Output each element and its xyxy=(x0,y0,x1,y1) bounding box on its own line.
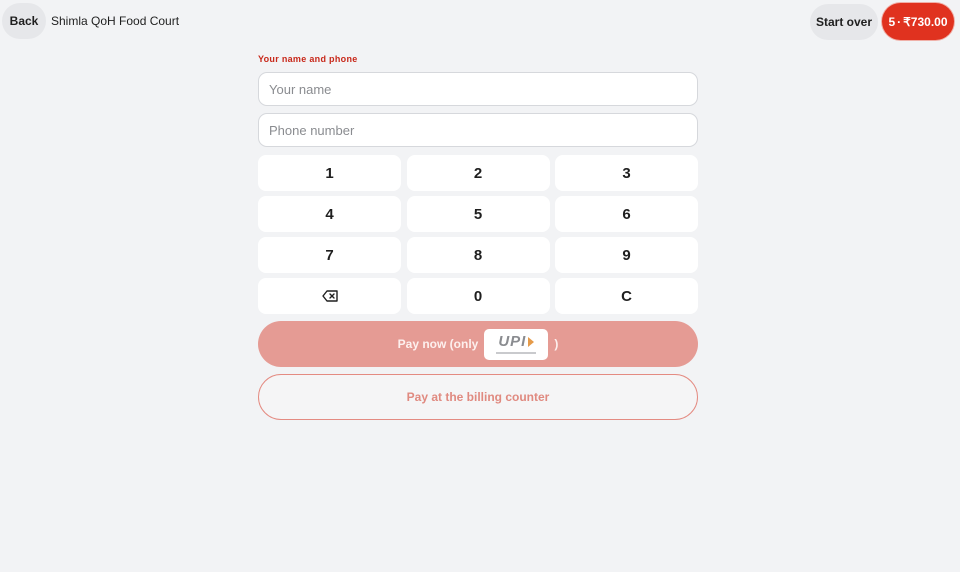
pay-now-upi-button[interactable]: Pay now (only UPI ) xyxy=(258,321,698,367)
name-input[interactable] xyxy=(258,72,698,106)
key-5[interactable]: 5 xyxy=(406,196,550,232)
key-4[interactable]: 4 xyxy=(258,196,401,232)
cart-separator: · xyxy=(897,14,902,29)
key-2[interactable]: 2 xyxy=(406,155,550,191)
numeric-keypad: 1 2 3 4 5 6 7 8 9 0 C xyxy=(258,155,698,314)
cart-button[interactable]: 5 · ₹730.00 xyxy=(882,3,954,40)
top-bar: Back Shimla QoH Food Court Start over 5 … xyxy=(0,0,960,44)
key-backspace[interactable] xyxy=(258,278,401,314)
key-1[interactable]: 1 xyxy=(258,155,401,191)
section-label: Your name and phone xyxy=(258,54,358,64)
cart-count: 5 xyxy=(888,14,896,29)
cart-total: ₹730.00 xyxy=(903,14,948,29)
pay-now-suffix: ) xyxy=(554,337,559,351)
phone-input[interactable] xyxy=(258,113,698,147)
key-0[interactable]: 0 xyxy=(406,278,550,314)
backspace-icon xyxy=(321,290,338,302)
key-3[interactable]: 3 xyxy=(555,155,698,191)
venue-name: Shimla QoH Food Court xyxy=(51,14,180,28)
pay-at-counter-button[interactable]: Pay at the billing counter xyxy=(258,374,698,420)
start-over-button[interactable]: Start over xyxy=(810,4,878,40)
key-9[interactable]: 9 xyxy=(555,237,698,273)
pay-now-label: Pay now (only xyxy=(397,337,479,351)
key-8[interactable]: 8 xyxy=(406,237,550,273)
back-button[interactable]: Back xyxy=(2,3,46,39)
key-7[interactable]: 7 xyxy=(258,237,401,273)
upi-logo: UPI xyxy=(484,328,549,360)
key-6[interactable]: 6 xyxy=(555,196,698,232)
key-clear[interactable]: C xyxy=(555,278,698,314)
upi-arrow-icon xyxy=(528,336,535,347)
